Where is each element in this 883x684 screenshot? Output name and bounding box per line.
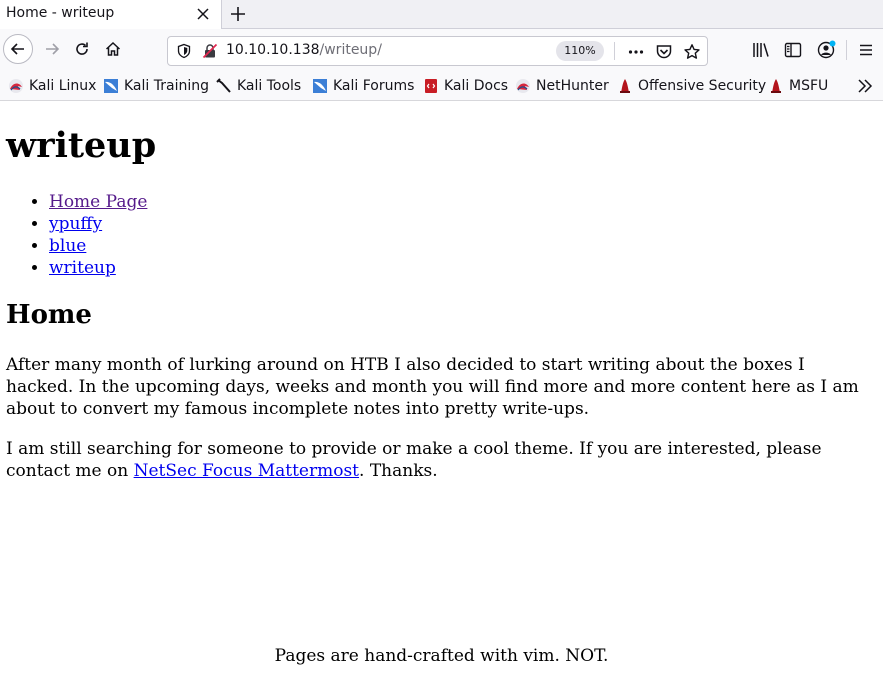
bookmark-label: NetHunter (536, 78, 609, 94)
bookmark-label: MSFU (789, 78, 829, 94)
bookmark-kali-docs[interactable]: Kali Docs (423, 76, 508, 96)
insecure-lock-icon[interactable] (202, 43, 218, 59)
forward-arrow-icon (46, 43, 60, 55)
msfu-icon (771, 79, 781, 93)
account-icon[interactable] (815, 39, 837, 61)
page-content: writeup Home Page ypuffy blue writeup Ho… (0, 102, 883, 684)
offsec-icon (620, 79, 630, 93)
nav-item: ypuffy (49, 213, 147, 235)
mattermost-link[interactable]: NetSec Focus Mattermost (134, 461, 359, 481)
nav-link-ypuffy[interactable]: ypuffy (49, 214, 102, 234)
reload-button[interactable] (68, 35, 96, 63)
kali-docs-icon (425, 79, 437, 93)
tracking-protection-icon[interactable] (176, 43, 192, 59)
theme-paragraph-end: . Thanks. (359, 461, 438, 481)
nav-item: writeup (49, 257, 147, 279)
section-title: Home (6, 300, 92, 330)
kali-tools-icon (216, 78, 231, 93)
close-icon[interactable] (196, 7, 210, 21)
toolbar-separator (846, 40, 847, 60)
url-host: 10.10.10.138 (226, 42, 320, 58)
bookmark-label: Kali Training (124, 78, 209, 94)
kali-forums-icon (313, 79, 327, 93)
bookmark-label: Offensive Security (638, 78, 767, 94)
library-icon[interactable] (750, 39, 772, 61)
kali-training-icon (104, 79, 118, 93)
tab-title: Home - writeup (6, 5, 115, 21)
nav-item: Home Page (49, 191, 147, 213)
new-tab-icon[interactable] (228, 4, 248, 24)
bookmark-label: Kali Forums (333, 78, 415, 94)
forward-button[interactable] (38, 35, 66, 63)
bookmark-offensive-security[interactable]: Offensive Security (617, 76, 766, 96)
bookmark-kali-training[interactable]: Kali Training (103, 76, 209, 96)
home-button[interactable] (99, 35, 127, 63)
url-separator (614, 42, 615, 60)
address-bar[interactable]: 10.10.10.138/writeup/ 110% (167, 36, 708, 66)
chevron-double-right-icon[interactable] (856, 77, 874, 95)
bookmark-star-icon[interactable] (682, 42, 702, 62)
hamburger-menu-icon[interactable] (855, 39, 877, 61)
bookmark-kali-forums[interactable]: Kali Forums (312, 76, 414, 96)
theme-paragraph: I am still searching for someone to prov… (6, 438, 866, 482)
bookmark-label: Kali Tools (237, 78, 302, 94)
url-text[interactable]: 10.10.10.138/writeup/ (226, 42, 382, 58)
back-button[interactable] (3, 34, 33, 64)
bookmark-msfu[interactable]: MSFU (768, 76, 828, 96)
sidebar-toggle-icon[interactable] (782, 39, 804, 61)
intro-paragraph: After many month of lurking around on HT… (6, 355, 859, 419)
page-actions-icon[interactable] (626, 42, 646, 62)
bookmark-label: Kali Docs (444, 78, 509, 94)
reload-icon (76, 42, 88, 55)
bookmark-kali-tools[interactable]: Kali Tools (216, 76, 301, 96)
bookmark-label: Kali Linux (29, 78, 97, 94)
back-arrow-icon (10, 43, 24, 55)
nav-link-writeup[interactable]: writeup (49, 258, 116, 278)
nav-link-blue[interactable]: blue (49, 236, 86, 256)
zoom-level-button[interactable]: 110% (556, 41, 604, 61)
home-icon (105, 41, 121, 56)
site-title: writeup (6, 125, 157, 166)
bookmark-kali-linux[interactable]: Kali Linux (8, 76, 96, 96)
url-path: /writeup/ (319, 42, 382, 58)
bookmarks-toolbar: Kali Linux Kali Training Kali Tools Kali… (0, 70, 883, 101)
nav-item: blue (49, 235, 147, 257)
pocket-icon[interactable] (654, 42, 674, 62)
site-nav: Home Page ypuffy blue writeup (49, 191, 147, 279)
tab-active[interactable]: Home - writeup (0, 0, 222, 29)
kali-dragon-icon (9, 79, 23, 93)
nethunter-icon (516, 79, 530, 93)
bookmark-nethunter[interactable]: NetHunter (515, 76, 609, 96)
tab-strip: Home - writeup (0, 0, 883, 29)
page-footer: Pages are hand-crafted with vim. NOT. (274, 646, 609, 666)
nav-link-home-page[interactable]: Home Page (49, 192, 147, 212)
